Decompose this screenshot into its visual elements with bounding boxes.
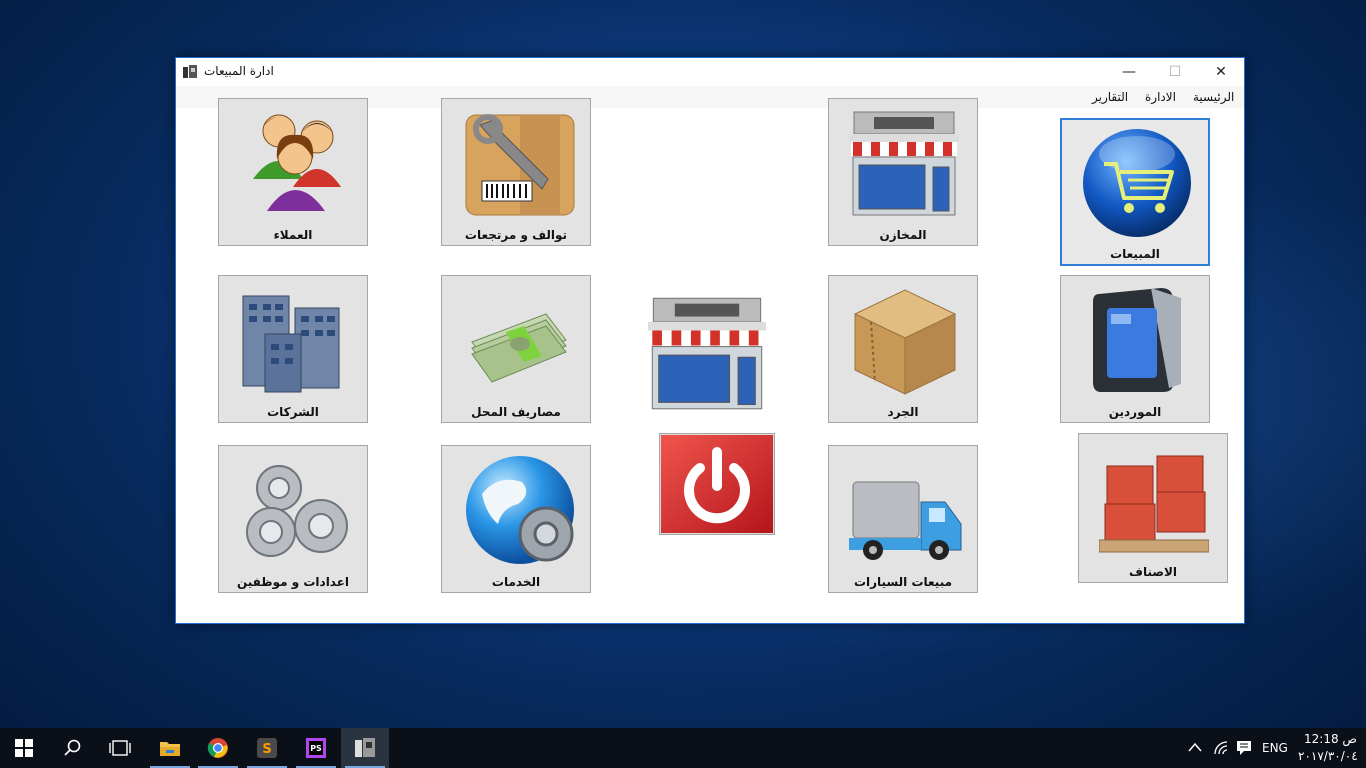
gears-icon — [246, 465, 348, 557]
minimize-button[interactable]: — — [1106, 58, 1152, 86]
store-icon — [849, 111, 959, 216]
title-bar[interactable]: ادارة المبيعات — ☐ ✕ — [176, 58, 1244, 86]
tile-label: توالف و مرتجعات — [464, 228, 568, 242]
damaged-returns-tile[interactable]: توالف و مرتجعات — [441, 98, 591, 246]
exit-button[interactable] — [659, 433, 775, 535]
start-button[interactable] — [0, 728, 48, 768]
wifi-icon[interactable] — [1213, 740, 1229, 756]
truck-icon — [849, 481, 962, 560]
search-icon — [64, 739, 81, 756]
folder-icon — [1093, 288, 1181, 392]
menu-home[interactable]: الرئيسية — [1193, 90, 1234, 104]
notification-icon[interactable] — [1236, 740, 1252, 756]
menu-reports[interactable]: التقارير — [1092, 90, 1128, 104]
svg-text:PS: PS — [310, 744, 322, 753]
phpstorm-icon: PS — [306, 738, 326, 758]
tile-label: الجرد — [887, 405, 919, 419]
file-explorer-button[interactable] — [146, 728, 194, 768]
store-icon — [648, 297, 766, 410]
inventory-tile[interactable]: الجرد — [828, 275, 978, 423]
search-button[interactable] — [48, 728, 96, 768]
tile-label: الموردين — [1108, 405, 1162, 419]
taskbar: S PS ENG 12:18 ص ٢٠١٧/٣٠/٠٤ — [0, 728, 1366, 768]
tile-label: العملاء — [273, 228, 313, 242]
folder-icon — [160, 742, 180, 756]
maximize-button[interactable]: ☐ — [1152, 58, 1198, 86]
menu-administration[interactable]: الادارة — [1145, 90, 1176, 104]
car-sales-tile[interactable]: مبيعات السيارات — [828, 445, 978, 593]
tile-label: الاصناف — [1129, 565, 1177, 579]
tile-label: الخدمات — [491, 575, 541, 589]
app-icon — [355, 738, 375, 757]
tile-label: الشركات — [267, 405, 319, 419]
companies-tile[interactable]: الشركات — [218, 275, 368, 423]
sales-app-button[interactable] — [341, 728, 389, 768]
chrome-button[interactable] — [194, 728, 242, 768]
sales-tile[interactable]: المبيعات — [1060, 118, 1210, 266]
tile-label: اعدادات و موظفين — [236, 575, 350, 589]
svg-text:S: S — [262, 742, 271, 757]
buildings-icon — [242, 295, 340, 393]
app-icon — [183, 65, 197, 78]
power-icon — [661, 435, 773, 533]
sublime-text-icon: S — [257, 738, 277, 758]
settings-employees-tile[interactable]: اعدادات و موظفين — [218, 445, 368, 593]
tile-label: مبيعات السيارات — [853, 575, 953, 589]
window-title: ادارة المبيعات — [204, 64, 274, 78]
chrome-icon — [207, 738, 228, 758]
money-icon — [471, 313, 567, 383]
tile-label: المخازن — [879, 228, 927, 242]
customers-tile[interactable]: العملاء — [218, 98, 368, 246]
chevron-up-icon[interactable] — [1188, 741, 1202, 753]
app-window: ادارة المبيعات — ☐ ✕ الرئيسية الادارة ال… — [175, 57, 1245, 624]
wrench-box-icon — [465, 114, 575, 216]
shopping-cart-icon — [1083, 129, 1191, 237]
task-view-button[interactable] — [96, 728, 144, 768]
language-indicator[interactable]: ENG — [1262, 741, 1288, 755]
globe-gear-icon — [466, 456, 574, 564]
users-icon — [253, 114, 341, 211]
stores-tile[interactable]: المخازن — [828, 98, 978, 246]
suppliers-tile[interactable]: الموردين — [1060, 275, 1210, 423]
phpstorm-button[interactable]: PS — [292, 728, 340, 768]
sublime-text-button[interactable]: S — [243, 728, 291, 768]
task-view-icon — [109, 740, 131, 756]
services-tile[interactable]: الخدمات — [441, 445, 591, 593]
clock-time[interactable]: 12:18 ص — [1304, 732, 1357, 746]
clock-date[interactable]: ٢٠١٧/٣٠/٠٤ — [1298, 749, 1358, 763]
tile-label: المبيعات — [1110, 247, 1160, 261]
pallet-boxes-icon — [1099, 455, 1209, 553]
items-tile[interactable]: الاصناف — [1078, 433, 1228, 583]
store-shortcut[interactable] — [648, 292, 766, 418]
cardboard-box-icon — [853, 289, 957, 395]
close-button[interactable]: ✕ — [1198, 58, 1244, 86]
windows-logo-icon — [15, 739, 33, 757]
tile-label: مصاريف المحل — [471, 405, 561, 419]
shop-expenses-tile[interactable]: مصاريف المحل — [441, 275, 591, 423]
